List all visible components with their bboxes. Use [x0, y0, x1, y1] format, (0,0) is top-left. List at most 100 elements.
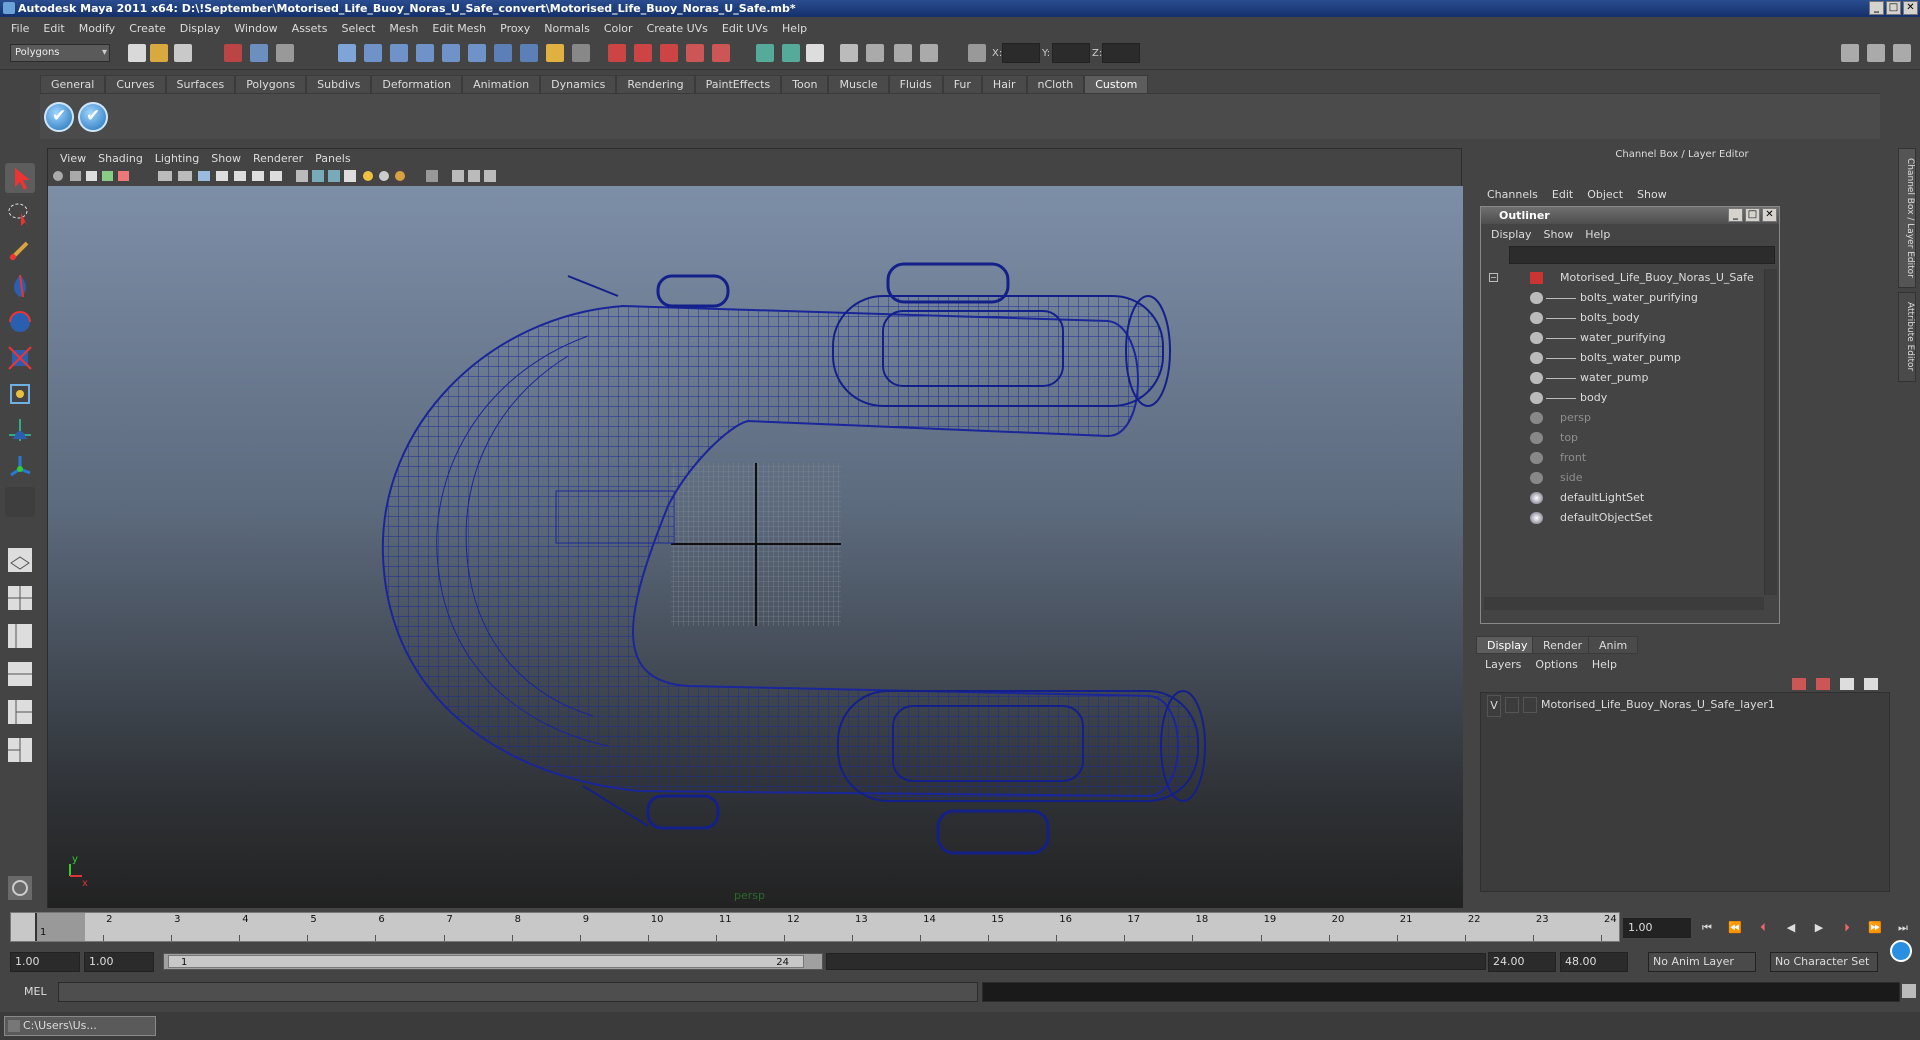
outliner-item[interactable]: bolts_water_purifying: [1484, 289, 1759, 307]
animation-start-field[interactable]: 1.00: [10, 952, 80, 972]
snap-grid-icon[interactable]: [338, 44, 356, 62]
viewport-menu-lighting[interactable]: Lighting: [149, 152, 205, 165]
paint-select-tool-icon[interactable]: [5, 235, 35, 265]
character-set-selector[interactable]: No Character Set: [1770, 952, 1878, 972]
current-time-indicator[interactable]: 1: [35, 913, 85, 941]
menu-mesh[interactable]: Mesh: [382, 22, 425, 35]
select-object-icon[interactable]: [250, 44, 268, 62]
menu-set-selector[interactable]: Polygons ▾: [10, 44, 110, 62]
attribute-toggle-icon[interactable]: [866, 44, 884, 62]
render-settings-icon[interactable]: [660, 44, 678, 62]
menu-proxy[interactable]: Proxy: [493, 22, 537, 35]
menu-help[interactable]: Help: [775, 22, 814, 35]
new-layer-selected-icon[interactable]: [1816, 678, 1830, 690]
viewport-menu-shading[interactable]: Shading: [92, 152, 149, 165]
playback-start-field[interactable]: 1.00: [84, 952, 154, 972]
menu-edit-uvs[interactable]: Edit UVs: [715, 22, 775, 35]
shelf-tab-custom[interactable]: Custom: [1084, 75, 1149, 93]
menu-edit-mesh[interactable]: Edit Mesh: [425, 22, 493, 35]
snap-curve-icon[interactable]: [364, 44, 382, 62]
help-icon[interactable]: [520, 44, 538, 62]
layout-expand-icon[interactable]: [5, 773, 35, 787]
menu-window[interactable]: Window: [227, 22, 284, 35]
outliner-horizontal-scrollbar[interactable]: [1484, 597, 1764, 610]
construction-history-icon[interactable]: [572, 44, 590, 62]
viewport-menu-renderer[interactable]: Renderer: [247, 152, 309, 165]
layer-menu-layers[interactable]: Layers: [1478, 658, 1528, 671]
minimized-window-item[interactable]: C:\Users\Us...: [4, 1016, 156, 1036]
channel-menu-show[interactable]: Show: [1630, 188, 1674, 201]
menu-display[interactable]: Display: [173, 22, 228, 35]
shelf-tab-fur[interactable]: Fur: [942, 75, 982, 93]
step-back-frame-icon[interactable]: ⏴: [1754, 920, 1772, 936]
scale-tool-icon[interactable]: [5, 343, 35, 373]
script-editor-icon[interactable]: [1902, 984, 1916, 998]
layer-display-type-toggle[interactable]: [1505, 697, 1519, 713]
custom-shelf-button-1[interactable]: [44, 102, 74, 132]
snap-point-icon[interactable]: [390, 44, 408, 62]
channel-menu-edit[interactable]: Edit: [1545, 188, 1580, 201]
channel-menu-channels[interactable]: Channels: [1480, 188, 1545, 201]
move-tool-icon[interactable]: [5, 271, 35, 301]
channel-box-toggle-icon[interactable]: [1867, 44, 1885, 62]
layer-color-swatch[interactable]: [1523, 697, 1537, 713]
step-forward-frame-icon[interactable]: ⏵: [1838, 920, 1856, 936]
attribute-editor-toggle-icon[interactable]: [1893, 44, 1911, 62]
tool-settings-icon[interactable]: [920, 44, 938, 62]
minimize-button[interactable]: _: [1869, 1, 1884, 15]
playback-end-field[interactable]: 24.00: [1488, 952, 1556, 972]
shelf-tab-general[interactable]: General: [40, 75, 106, 93]
new-scene-icon[interactable]: [128, 44, 146, 62]
persp-graph-layout-icon[interactable]: [5, 659, 35, 689]
outliner-search-input[interactable]: [1509, 246, 1775, 264]
select-hierarchy-icon[interactable]: [224, 44, 242, 62]
shelf-tab-fluids[interactable]: Fluids: [888, 75, 943, 93]
save-scene-icon[interactable]: [174, 44, 192, 62]
shelf-tab-subdivs[interactable]: Subdivs: [306, 75, 372, 93]
outliner-menu-display[interactable]: Display: [1485, 228, 1538, 241]
shelf-tab-painteffects[interactable]: PaintEffects: [694, 75, 782, 93]
menu-normals[interactable]: Normals: [537, 22, 597, 35]
menu-file[interactable]: File: [4, 22, 36, 35]
output-ops-icon[interactable]: [782, 44, 800, 62]
step-back-key-icon[interactable]: ⏪: [1726, 920, 1744, 936]
menu-color[interactable]: Color: [597, 22, 640, 35]
move-up-layer-icon[interactable]: [1840, 678, 1854, 690]
ipr-render-icon[interactable]: [634, 44, 652, 62]
render-view-icon[interactable]: [712, 44, 730, 62]
menu-modify[interactable]: Modify: [72, 22, 122, 35]
outliner-menu-show[interactable]: Show: [1538, 228, 1580, 241]
layer-row[interactable]: V Motorised_Life_Buoy_Noras_U_Safe_layer…: [1481, 695, 1891, 717]
layout-icon[interactable]: [1841, 44, 1859, 62]
outliner-item[interactable]: water_pump: [1484, 369, 1759, 387]
rotate-tool-icon[interactable]: [5, 307, 35, 337]
collapse-icon[interactable]: −: [1489, 273, 1498, 282]
outliner-item[interactable]: bolts_body: [1484, 309, 1759, 327]
viewport-menu-panels[interactable]: Panels: [309, 152, 356, 165]
ui-toggle-icon[interactable]: [840, 44, 858, 62]
range-slider-track[interactable]: [826, 953, 1486, 970]
range-slider[interactable]: 1 24: [163, 953, 823, 970]
outliner-item[interactable]: − Motorised_Life_Buoy_Noras_U_Safe: [1484, 269, 1759, 287]
menu-edit[interactable]: Edit: [36, 22, 71, 35]
outliner-item[interactable]: persp: [1484, 409, 1759, 427]
outliner-item[interactable]: defaultLightSet: [1484, 489, 1759, 507]
select-tool-icon[interactable]: [5, 163, 35, 193]
hypershade-icon[interactable]: [686, 44, 704, 62]
show-manipulator-icon[interactable]: [5, 451, 35, 481]
shelf-tab-curves[interactable]: Curves: [105, 75, 166, 93]
command-language-label[interactable]: MEL: [24, 985, 47, 998]
side-tab-attribute-editor[interactable]: Attribute Editor: [1898, 292, 1916, 382]
auto-key-icon[interactable]: [1890, 940, 1912, 962]
outliner-item[interactable]: bolts_water_pump: [1484, 349, 1759, 367]
outliner-close-button[interactable]: ✕: [1762, 208, 1777, 222]
node-editor-icon[interactable]: [5, 873, 35, 903]
menu-select[interactable]: Select: [334, 22, 382, 35]
snap-surface-icon[interactable]: [468, 44, 486, 62]
shelf-tab-rendering[interactable]: Rendering: [616, 75, 695, 93]
shelf-tab-muscle[interactable]: Muscle: [828, 75, 889, 93]
transform-mode-icon[interactable]: [968, 44, 986, 62]
shelf-tab-surfaces[interactable]: Surfaces: [165, 75, 236, 93]
four-view-layout-icon[interactable]: [5, 583, 35, 613]
outliner-item[interactable]: front: [1484, 449, 1759, 467]
